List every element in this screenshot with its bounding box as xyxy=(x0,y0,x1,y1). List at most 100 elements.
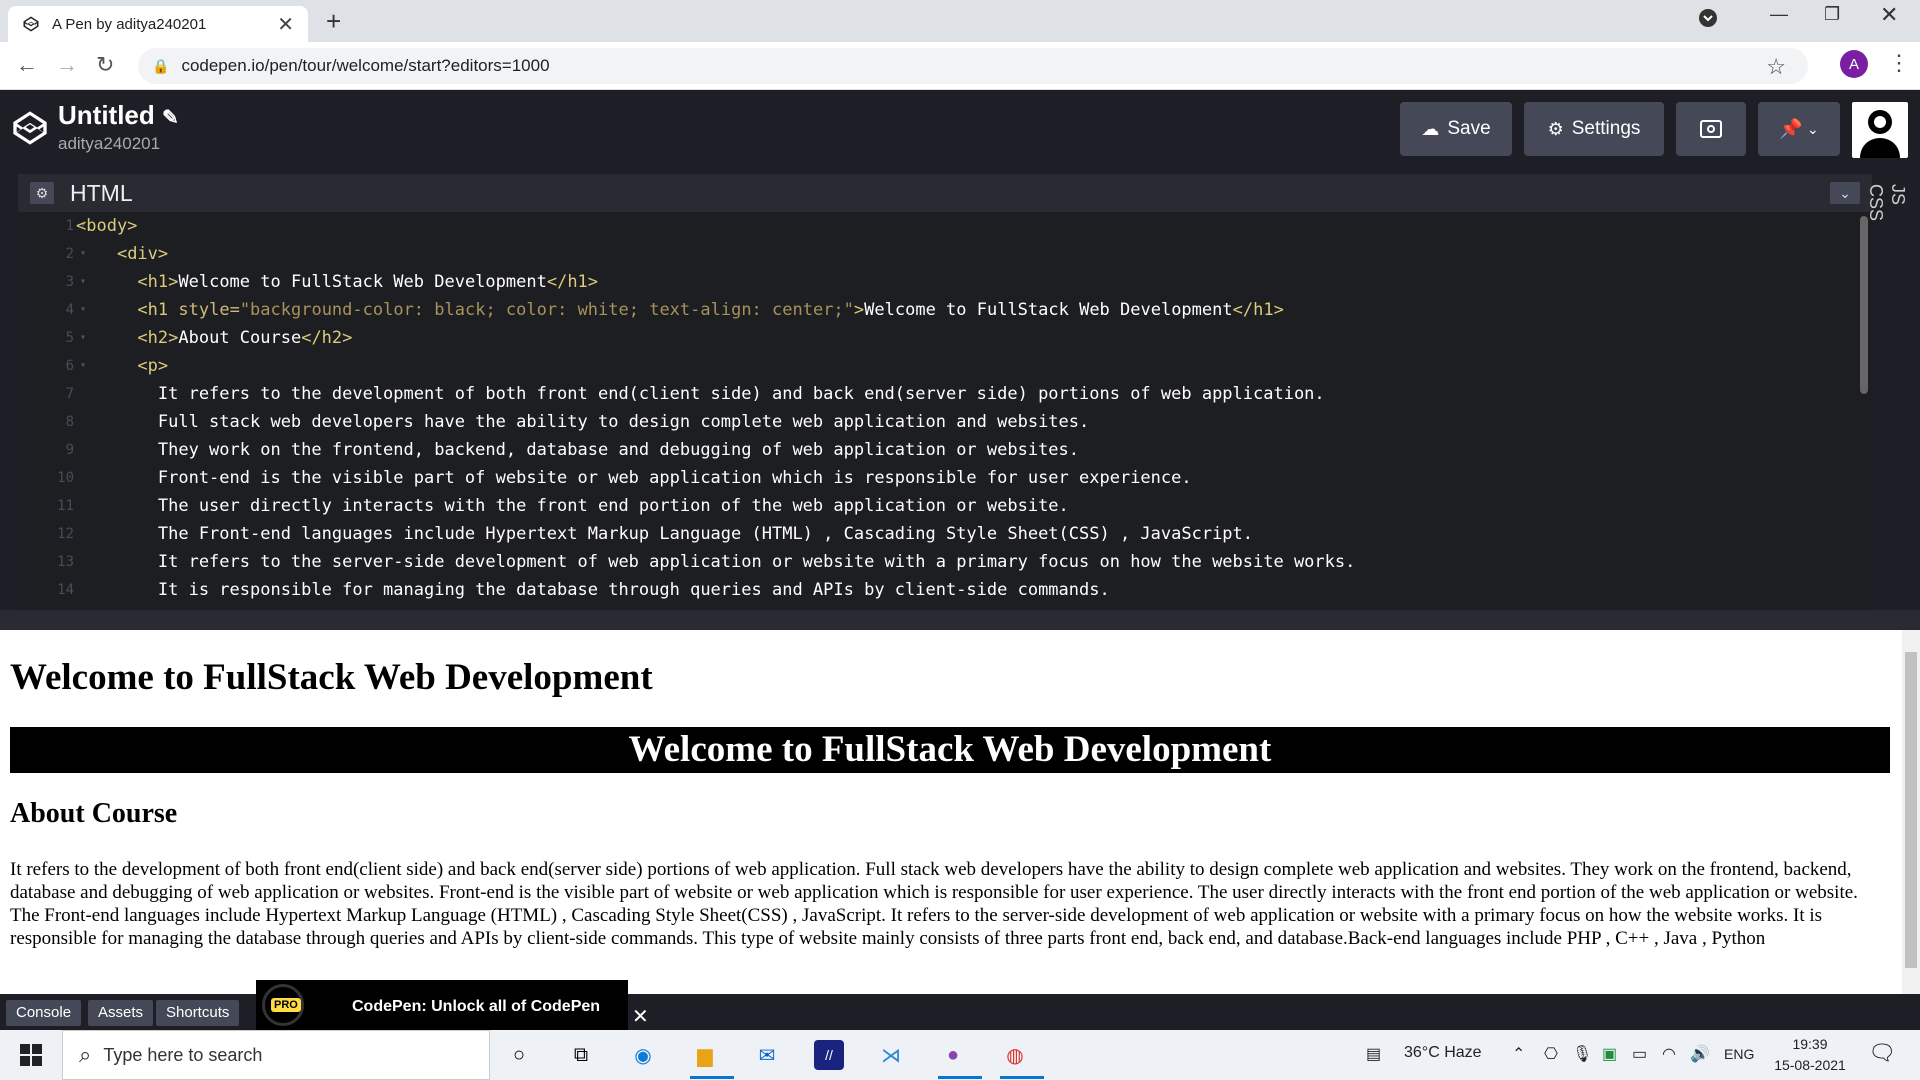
file-explorer-icon[interactable]: ▆ xyxy=(690,1040,720,1070)
gear-icon: ⚙ xyxy=(1547,118,1564,139)
mail-icon[interactable]: ✉ xyxy=(752,1040,782,1070)
browser-tab-bar: A Pen by aditya240201 ✕ + — ❐ ✕ xyxy=(0,0,1920,42)
editor-settings-icon[interactable]: ⚙ xyxy=(30,182,54,204)
q-app-icon[interactable]: ▣ xyxy=(1602,1044,1617,1064)
code-line[interactable]: 5 ▾ <h2>About Course</h2> xyxy=(18,324,1858,352)
tray-app-icon[interactable]: ⎔ xyxy=(1544,1044,1558,1064)
active-indicator xyxy=(690,1076,734,1079)
code-line[interactable]: 14 It is responsible for managing the da… xyxy=(18,576,1858,604)
editor-collapse-icon[interactable]: ⌄ xyxy=(1830,182,1860,204)
bookmark-star-icon[interactable]: ☆ xyxy=(1766,54,1786,80)
minimize-icon[interactable]: — xyxy=(1770,4,1788,25)
clock[interactable]: 19:39 15-08-2021 xyxy=(1770,1034,1850,1076)
preview-heading-styled: Welcome to FullStack Web Development xyxy=(10,727,1890,773)
preview-scroll-thumb[interactable] xyxy=(1905,652,1917,968)
tray-chevron-icon[interactable]: ⌃ xyxy=(1512,1044,1525,1064)
settings-button[interactable]: ⚙ Settings xyxy=(1524,102,1664,156)
line-number: 14 xyxy=(57,582,74,598)
editor-resize-handle[interactable] xyxy=(0,610,1920,630)
promo-close-icon[interactable]: ✕ xyxy=(632,1004,649,1029)
tab-close-icon[interactable]: ✕ xyxy=(277,12,294,37)
volume-icon[interactable]: 🔊 xyxy=(1690,1044,1710,1064)
code-text: <h1 style="background-color: black; colo… xyxy=(137,300,1284,320)
codepen-logo-icon[interactable] xyxy=(10,108,50,148)
shortcuts-button[interactable]: Shortcuts xyxy=(156,1000,240,1026)
back-icon[interactable]: ← xyxy=(16,52,38,78)
microphone-icon[interactable]: 🎙 xyxy=(1572,1044,1592,1064)
code-line[interactable]: 10 Front-end is the visible part of webs… xyxy=(18,464,1858,492)
code-line[interactable]: 6 ▾ <p> xyxy=(18,352,1858,380)
new-tab-button[interactable]: + xyxy=(326,6,341,37)
code-line[interactable]: 7 It refers to the development of both f… xyxy=(18,380,1858,408)
code-line[interactable]: 8 Full stack web developers have the abi… xyxy=(18,408,1858,436)
code-text: The Front-end languages include Hypertex… xyxy=(76,524,1254,544)
window-close-icon[interactable]: ✕ xyxy=(1880,2,1898,28)
chat-app-icon[interactable]: ● xyxy=(938,1040,968,1070)
assets-button[interactable]: Assets xyxy=(88,1000,154,1026)
code-text: <h2>About Course</h2> xyxy=(137,328,353,348)
code-text: They work on the frontend, backend, data… xyxy=(76,440,1080,460)
editor-title: HTML xyxy=(70,180,133,206)
code-area[interactable]: 1 ▾ <body> 2 ▾ <div> 3 ▾ <h1>Welcome to FullSt… xyxy=(18,212,1858,610)
vscode-icon[interactable]: ⋊ xyxy=(876,1040,906,1070)
chevron-down-icon: ⌄ xyxy=(1806,120,1819,137)
code-line[interactable]: 3 ▾ <h1>Welcome to FullStack Web Developm… xyxy=(18,268,1858,296)
code-line[interactable]: 9 They work on the frontend, backend, da… xyxy=(18,436,1858,464)
edit-title-icon[interactable]: ✎ xyxy=(162,107,179,129)
language-indicator[interactable]: ENG xyxy=(1724,1046,1754,1062)
change-view-button[interactable] xyxy=(1676,102,1746,156)
code-line[interactable]: 4 ▾ <h1 style="background-color: black; c… xyxy=(18,296,1858,324)
chrome-icon[interactable]: ◍ xyxy=(1000,1040,1030,1070)
tab-search-icon[interactable] xyxy=(1698,8,1718,33)
preview-paragraph: It refers to the development of both fro… xyxy=(10,859,1858,949)
browser-menu-icon[interactable]: ⋮ xyxy=(1888,50,1910,76)
pen-username[interactable]: aditya240201 xyxy=(58,134,160,154)
profile-avatar[interactable]: A xyxy=(1840,50,1868,78)
tab-css[interactable]: CSS xyxy=(1865,184,1886,221)
wifi-icon[interactable]: ◠ xyxy=(1662,1044,1676,1064)
pin-icon: 📌 xyxy=(1779,119,1803,140)
code-text: <div> xyxy=(116,244,169,264)
code-line[interactable]: 11 The user directly interacts with the … xyxy=(18,492,1858,520)
code-text: Front-end is the visible part of website… xyxy=(76,468,1192,488)
pen-title[interactable]: Untitled ✎ xyxy=(58,100,179,131)
task-view-icon[interactable]: ⧉ xyxy=(566,1040,596,1070)
tab-js[interactable]: JS xyxy=(1887,184,1908,205)
settings-label: Settings xyxy=(1571,118,1641,139)
cortana-icon[interactable]: ○ xyxy=(504,1040,534,1070)
code-line[interactable]: 2 ▾ <div> xyxy=(18,240,1858,268)
line-number: 10 xyxy=(57,470,74,486)
app-icon[interactable]: // xyxy=(814,1040,844,1070)
windows-start-icon[interactable] xyxy=(20,1044,42,1066)
preview-scrollbar[interactable] xyxy=(1902,630,1920,994)
save-button[interactable]: ☁ Save xyxy=(1400,102,1512,156)
browser-tab[interactable]: A Pen by aditya240201 ✕ xyxy=(8,6,308,42)
console-button[interactable]: Console xyxy=(6,1000,82,1026)
forward-icon[interactable]: → xyxy=(56,52,78,78)
notifications-icon[interactable]: 🗨 xyxy=(1868,1040,1896,1066)
code-line[interactable]: 12 The Front-end languages include Hyper… xyxy=(18,520,1858,548)
taskbar-search[interactable]: ⌕ Type here to search xyxy=(62,1030,490,1080)
code-line[interactable]: 1 ▾ <body> xyxy=(18,212,1858,240)
restore-icon[interactable]: ❐ xyxy=(1824,4,1840,25)
weather-icon[interactable]: ▤ xyxy=(1366,1044,1381,1064)
code-text: Full stack web developers have the abili… xyxy=(76,412,1090,432)
code-line[interactable]: 13 It refers to the server-side developm… xyxy=(18,548,1858,576)
weather-text[interactable]: 36°C Haze xyxy=(1404,1044,1482,1062)
code-text: It refers to the development of both fro… xyxy=(76,384,1325,404)
reload-icon[interactable]: ↻ xyxy=(96,52,114,78)
code-text: It is responsible for managing the datab… xyxy=(76,580,1110,600)
url-text: codepen.io/pen/tour/welcome/start?editor… xyxy=(181,56,550,75)
active-indicator xyxy=(938,1076,982,1079)
user-avatar[interactable] xyxy=(1852,102,1908,158)
pin-menu-button[interactable]: 📌 ⌄ xyxy=(1758,102,1840,156)
url-field[interactable]: 🔒 codepen.io/pen/tour/welcome/start?edit… xyxy=(138,48,1808,84)
promo-text[interactable]: CodePen: Unlock all of CodePen xyxy=(352,998,600,1016)
battery-icon[interactable]: ▭ xyxy=(1632,1044,1647,1064)
line-number: 1 xyxy=(65,218,74,234)
preview-heading-2: About Course xyxy=(10,798,178,829)
edge-icon[interactable]: ◉ xyxy=(628,1040,658,1070)
clock-time: 19:39 xyxy=(1792,1036,1828,1052)
pen-title-text: Untitled xyxy=(58,100,155,130)
editor-scrollbar[interactable] xyxy=(1860,216,1868,394)
